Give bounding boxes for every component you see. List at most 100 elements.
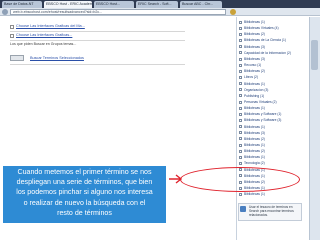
term-label[interactable]: Bibliotecas y Software (1) (244, 112, 281, 116)
term-label[interactable]: Capacidad de la Informacion (2) (244, 51, 291, 55)
related-term-item[interactable]: Publishing (1) (239, 94, 297, 99)
term-label[interactable]: Personas Virtuales (2) (244, 100, 277, 104)
term-checkbox[interactable] (239, 63, 242, 67)
term-label[interactable]: Bibliotecas (2) (244, 137, 265, 141)
term-label[interactable]: Bibliotecas (1) (244, 106, 265, 110)
related-term-item[interactable]: Tecnologia (2) (239, 161, 297, 166)
term-checkbox[interactable] (239, 39, 242, 43)
term-checkbox[interactable] (239, 45, 242, 49)
related-term-item[interactable]: Bibliotecas y Software (3) (239, 118, 297, 123)
related-term-item[interactable]: Bibliotecas (1) (239, 192, 297, 197)
callout-line: resto de términos (57, 208, 112, 217)
term-label[interactable]: Bibliotecas (1) (244, 125, 265, 129)
term-label[interactable]: Bibliotecas (1) (244, 143, 265, 147)
callout-line: despliegan una serie de términos, que bi… (16, 178, 153, 187)
callout-line: o realizar de nuevo la búsqueda con el (23, 198, 146, 207)
callout-line: Cuando metemos el primer término se nos (17, 168, 152, 176)
term-label[interactable]: Bibliotecas de La Ciencia (1) (244, 38, 286, 42)
related-term-item[interactable]: Bibliotecas (1) (239, 20, 297, 25)
term-label[interactable]: Bibliotecas (1) (244, 82, 265, 86)
term-checkbox[interactable] (239, 112, 242, 116)
select-button[interactable] (10, 55, 24, 61)
term-checkbox[interactable] (239, 57, 242, 61)
term-checkbox[interactable] (239, 162, 242, 166)
related-term-item[interactable]: Bibliotecas (1) (239, 155, 297, 160)
related-term-item[interactable]: Bibliotecas (3) (239, 131, 297, 136)
term-checkbox[interactable] (239, 69, 242, 73)
related-term-item[interactable]: Recurso (1) (239, 63, 297, 68)
term-checkbox[interactable] (239, 32, 242, 36)
term-label[interactable]: Bibliotecas (2) (244, 32, 265, 36)
term-checkbox[interactable] (239, 20, 242, 24)
browser-tab[interactable]: Buscar ABC - Chr... (180, 1, 222, 8)
term-checkbox[interactable] (239, 137, 242, 141)
result-link[interactable]: Choose Las Interfaces Graficas... (16, 33, 72, 37)
browser-tab-active[interactable]: EBSCO Host - ERIC Academic... (44, 1, 92, 8)
divider (10, 31, 185, 32)
term-label[interactable]: Bibliotecas (3) (244, 131, 265, 135)
term-label[interactable]: Bibliotecas (2) (244, 69, 265, 73)
term-checkbox[interactable] (239, 155, 242, 159)
related-term-item[interactable]: Capacidad de la Informacion (2) (239, 51, 297, 56)
related-term-item[interactable]: Bibliotecas (1) (239, 82, 297, 87)
related-term-item[interactable]: Bibliotecas (1) (239, 106, 297, 111)
callout-line: los podemos pinchar si alguno nos intere… (16, 188, 153, 197)
related-term-item[interactable]: Bibliotecas (2) (239, 137, 297, 142)
related-term-item[interactable]: Bibliotecas de La Ciencia (1) (239, 38, 297, 43)
term-checkbox[interactable] (239, 75, 242, 79)
related-term-item[interactable]: Bibliotecas (2) (239, 69, 297, 74)
related-term-item[interactable]: Bibliotecas (1) (239, 143, 297, 148)
related-term-item[interactable]: Bibliotecas (3) (239, 57, 297, 62)
term-checkbox[interactable] (239, 143, 242, 147)
related-term-item[interactable]: Organizacion (3) (239, 88, 297, 93)
result-checkbox[interactable] (10, 25, 14, 29)
address-bar[interactable]: web.b.ebscohost.com/ehost/resultsadvance… (10, 9, 226, 15)
related-term-item[interactable]: Bibliotecas y Software (1) (239, 112, 297, 117)
term-label[interactable]: Recurso (1) (244, 63, 261, 67)
term-label[interactable]: Bibliotecas (1) (244, 155, 265, 159)
related-term-item[interactable]: Personas Virtuales (2) (239, 100, 297, 105)
term-label[interactable]: Libros (2) (244, 75, 258, 79)
term-checkbox[interactable] (239, 51, 242, 55)
highlight-ellipse (180, 167, 300, 192)
term-checkbox[interactable] (239, 106, 242, 110)
search-selected-terms-link[interactable]: Buscar Terminos Seleccionados (30, 56, 84, 60)
term-label[interactable]: Publishing (1) (244, 94, 264, 98)
browser-tab[interactable]: EBSCO Host... (94, 1, 134, 8)
star-icon[interactable] (230, 9, 236, 15)
scrollbar-thumb[interactable] (311, 40, 318, 70)
result-link[interactable]: Choose Las Interfaces Graficas del Ma... (16, 24, 85, 28)
term-checkbox[interactable] (239, 119, 242, 123)
term-label[interactable]: Bibliotecas y Software (3) (244, 118, 281, 122)
related-term-item[interactable]: Bibliotecas (2) (239, 32, 297, 37)
term-label[interactable]: Organizacion (3) (244, 88, 268, 92)
term-label[interactable]: Bibliotecas (1) (244, 20, 265, 24)
back-icon[interactable] (2, 9, 8, 15)
divider (10, 64, 185, 65)
term-label[interactable]: Bibliotecas (3) (244, 57, 265, 61)
browser-tab[interactable]: ERIC Search - Soft... (136, 1, 178, 8)
term-label[interactable]: Tecnologia (2) (244, 161, 265, 165)
result-checkbox[interactable] (10, 34, 14, 38)
term-label[interactable]: Bibliotecas (1) (244, 192, 265, 196)
term-label[interactable]: Bibliotecas (2) (244, 149, 265, 153)
term-checkbox[interactable] (239, 149, 242, 153)
term-label[interactable]: Bibliotecas (3) (244, 45, 265, 49)
info-note: Los que piden Buscar en Grupos temas... (10, 42, 77, 46)
term-checkbox[interactable] (239, 94, 242, 98)
term-checkbox[interactable] (239, 131, 242, 135)
term-checkbox[interactable] (239, 100, 242, 104)
related-term-item[interactable]: Bibliotecas (3) (239, 45, 297, 50)
term-checkbox[interactable] (239, 82, 242, 86)
term-checkbox[interactable] (239, 26, 242, 30)
term-checkbox[interactable] (239, 192, 242, 196)
term-checkbox[interactable] (239, 125, 242, 129)
related-term-item[interactable]: Bibliotecas (2) (239, 149, 297, 154)
related-term-item[interactable]: Bibliotecas (1) (239, 125, 297, 130)
browser-tab[interactable]: Base de Datos-NT (2, 1, 42, 8)
term-checkbox[interactable] (239, 88, 242, 92)
related-term-item[interactable]: Bibliotecas Virtuales (4) (239, 26, 297, 31)
term-label[interactable]: Bibliotecas Virtuales (4) (244, 26, 279, 30)
related-term-item[interactable]: Libros (2) (239, 75, 297, 80)
divider (10, 40, 185, 41)
